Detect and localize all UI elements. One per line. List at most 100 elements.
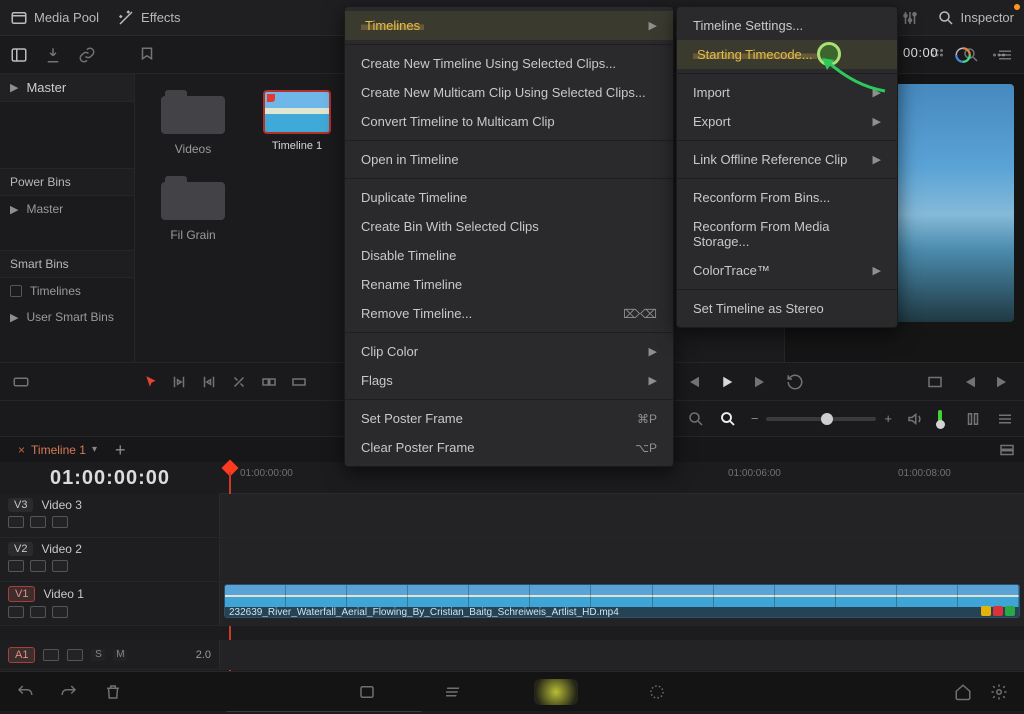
menu-set-poster[interactable]: Set Poster Frame⌘P xyxy=(345,404,673,433)
more-icon[interactable] xyxy=(990,46,1008,64)
visibility-icon[interactable] xyxy=(52,606,68,618)
mute-button[interactable]: M xyxy=(113,649,127,661)
marker-icon[interactable] xyxy=(138,46,156,64)
track-head-a1[interactable]: A1 S M 2.0 xyxy=(0,640,220,669)
overwrite-icon[interactable] xyxy=(290,373,308,391)
submenu-set-stereo[interactable]: Set Timeline as Stereo xyxy=(677,294,897,323)
stacked-timeline-icon[interactable] xyxy=(998,441,1016,459)
lock-icon[interactable] xyxy=(8,560,24,572)
zoom-plus-icon[interactable]: + xyxy=(884,411,892,426)
auto-select-icon[interactable] xyxy=(30,606,46,618)
edit-page-icon[interactable] xyxy=(534,679,578,705)
smart-bins-header[interactable]: Smart Bins xyxy=(0,250,134,278)
user-smart-bins-row[interactable]: ▶ User Smart Bins xyxy=(0,304,134,330)
submenu-reconform-media[interactable]: Reconform From Media Storage... xyxy=(677,212,897,256)
submenu-link-offline[interactable]: Link Offline Reference Clip▶ xyxy=(677,145,897,174)
menu-clip-color[interactable]: Clip Color▶ xyxy=(345,337,673,366)
submenu-colortrace[interactable]: ColorTrace™▶ xyxy=(677,256,897,285)
solo-button[interactable]: S xyxy=(91,649,105,661)
menu-create-timeline[interactable]: Create New Timeline Using Selected Clips… xyxy=(345,49,673,78)
submenu-starting-timecode[interactable]: Starting Timecode... xyxy=(677,40,897,69)
zoom-track[interactable] xyxy=(766,417,876,421)
prev-clip-icon[interactable] xyxy=(684,373,702,391)
master-timecode[interactable]: 01:00:00:00 xyxy=(0,468,220,488)
volume-icon[interactable] xyxy=(906,410,924,428)
menu-rename[interactable]: Rename Timeline xyxy=(345,270,673,299)
menu-create-multicam[interactable]: Create New Multicam Clip Using Selected … xyxy=(345,78,673,107)
trim-in-icon[interactable] xyxy=(170,373,188,391)
power-master-row[interactable]: ▶ Master xyxy=(0,196,134,222)
chevron-down-icon[interactable]: ▾ xyxy=(92,444,97,455)
timelines-smart-bin[interactable]: Timelines xyxy=(0,278,134,304)
zoom-minus-icon[interactable]: − xyxy=(751,411,759,426)
gear-icon[interactable] xyxy=(990,683,1008,701)
visibility-icon[interactable] xyxy=(52,560,68,572)
panel-left-icon[interactable] xyxy=(10,46,28,64)
import-icon[interactable] xyxy=(44,46,62,64)
track-body-v3[interactable] xyxy=(220,494,1024,537)
menu-disable[interactable]: Disable Timeline xyxy=(345,241,673,270)
menu-open-in-timeline[interactable]: Open in Timeline xyxy=(345,145,673,174)
trim-out-icon[interactable] xyxy=(200,373,218,391)
effects-button[interactable]: Effects xyxy=(117,9,181,27)
submenu-import[interactable]: Import▶ xyxy=(677,78,897,107)
link-icon[interactable] xyxy=(78,46,96,64)
trash-icon[interactable] xyxy=(104,683,122,701)
mixer-icon[interactable] xyxy=(901,9,919,27)
auto-select-icon[interactable] xyxy=(30,560,46,572)
lock-icon[interactable] xyxy=(8,516,24,528)
menu-convert-multicam[interactable]: Convert Timeline to Multicam Clip xyxy=(345,107,673,136)
submenu-timeline-settings[interactable]: Timeline Settings... xyxy=(677,11,897,40)
timeline1-tab[interactable]: × Timeline 1 ▾ xyxy=(8,441,107,459)
track-head-v1[interactable]: V1Video 1 xyxy=(0,582,220,625)
inspector-button[interactable]: Inspector xyxy=(937,9,1014,27)
menu-timelines[interactable]: Timelines▶ xyxy=(345,11,673,40)
media-page-icon[interactable] xyxy=(358,683,376,701)
home-icon[interactable] xyxy=(954,683,972,701)
close-tab-icon[interactable]: × xyxy=(18,443,25,457)
menu-flags[interactable]: Flags▶ xyxy=(345,366,673,395)
zoom-search-icon[interactable] xyxy=(687,410,705,428)
track-head-v2[interactable]: V2Video 2 xyxy=(0,538,220,581)
blade-icon[interactable] xyxy=(230,373,248,391)
channels-icon[interactable] xyxy=(964,410,982,428)
auto-select-icon[interactable] xyxy=(67,649,83,661)
go-first-icon[interactable] xyxy=(960,373,978,391)
auto-select-icon[interactable] xyxy=(30,516,46,528)
loop-icon[interactable] xyxy=(786,373,804,391)
lock-icon[interactable] xyxy=(43,649,59,661)
submenu-reconform-bins[interactable]: Reconform From Bins... xyxy=(677,183,897,212)
v2-badge[interactable]: V2 xyxy=(8,542,33,556)
a1-badge[interactable]: A1 xyxy=(8,647,35,663)
power-bins-header[interactable]: Power Bins xyxy=(0,168,134,196)
zoom-knob[interactable] xyxy=(821,413,833,425)
insert-icon[interactable] xyxy=(260,373,278,391)
zoom-search-active-icon[interactable] xyxy=(719,410,737,428)
media-pool-button[interactable]: Media Pool xyxy=(10,9,99,27)
undo-icon[interactable] xyxy=(16,683,34,701)
lock-icon[interactable] xyxy=(8,606,24,618)
hamburger-icon[interactable] xyxy=(996,410,1014,428)
play-icon[interactable] xyxy=(718,373,736,391)
redo-icon[interactable] xyxy=(60,683,78,701)
go-last-icon[interactable] xyxy=(994,373,1012,391)
menu-remove[interactable]: Remove Timeline...⌦⌫ xyxy=(345,299,673,328)
v3-badge[interactable]: V3 xyxy=(8,498,33,512)
menu-duplicate[interactable]: Duplicate Timeline xyxy=(345,183,673,212)
track-body-v2[interactable] xyxy=(220,538,1024,581)
track-head-v3[interactable]: V3Video 3 xyxy=(0,494,220,537)
track-body-v1[interactable]: 232639_River_Waterfall_Aerial_Flowing_By… xyxy=(220,582,1024,625)
add-tab-button[interactable]: + xyxy=(115,441,126,459)
track-body-a1[interactable] xyxy=(220,640,1024,669)
colorwheel-icon[interactable] xyxy=(954,46,972,64)
cursor-tool-icon[interactable] xyxy=(144,373,158,391)
filgrain-folder[interactable]: Fil Grain xyxy=(155,176,231,242)
timeline1-thumb[interactable]: Timeline 1 xyxy=(261,90,333,346)
visibility-icon[interactable] xyxy=(52,516,68,528)
fusion-page-icon[interactable] xyxy=(648,683,666,701)
v1-badge[interactable]: V1 xyxy=(8,586,35,602)
videos-folder[interactable]: Videos xyxy=(155,90,231,156)
cut-page-icon[interactable] xyxy=(446,683,464,701)
menu-create-bin[interactable]: Create Bin With Selected Clips xyxy=(345,212,673,241)
submenu-export[interactable]: Export▶ xyxy=(677,107,897,136)
